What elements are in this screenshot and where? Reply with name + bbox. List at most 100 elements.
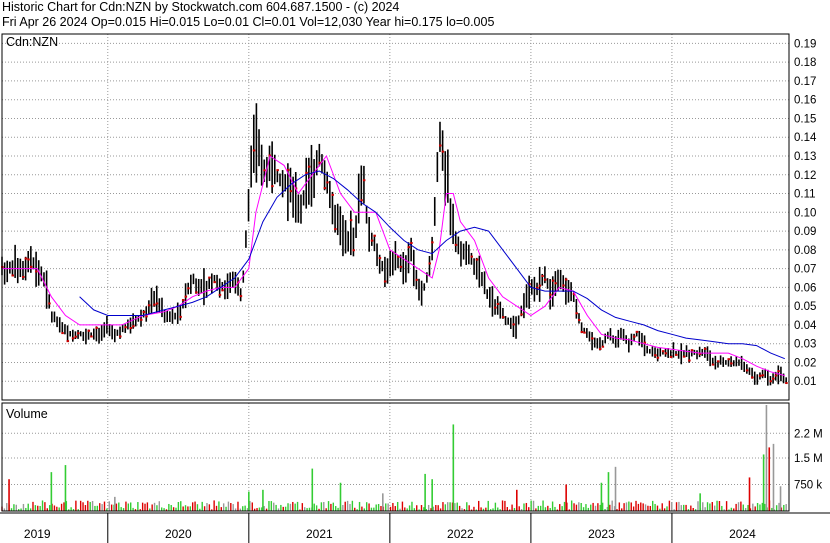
close-mark bbox=[155, 302, 159, 305]
close-mark bbox=[690, 349, 694, 352]
close-mark bbox=[777, 370, 780, 373]
close-mark bbox=[761, 374, 765, 377]
close-mark bbox=[601, 345, 605, 348]
close-mark bbox=[635, 330, 639, 333]
close-mark bbox=[591, 337, 594, 340]
close-mark bbox=[142, 310, 146, 313]
price-tick-label: 0.02 bbox=[794, 357, 816, 369]
price-tick-label: 0.01 bbox=[794, 376, 816, 388]
close-mark bbox=[711, 363, 715, 366]
price-tick-label: 0.12 bbox=[794, 170, 816, 182]
close-mark bbox=[564, 278, 568, 281]
close-mark bbox=[147, 304, 151, 307]
close-mark bbox=[745, 369, 749, 372]
year-label: 2019 bbox=[24, 527, 51, 541]
price-tick-label: 0.05 bbox=[794, 301, 816, 313]
close-mark bbox=[276, 169, 279, 172]
close-mark bbox=[87, 329, 91, 332]
close-mark bbox=[29, 265, 33, 268]
close-mark bbox=[24, 257, 28, 260]
close-mark bbox=[352, 249, 355, 252]
close-mark bbox=[730, 362, 733, 365]
close-mark bbox=[383, 280, 387, 283]
year-label: 2023 bbox=[588, 527, 615, 541]
price-tick-label: 0.07 bbox=[794, 264, 816, 276]
close-mark bbox=[716, 360, 720, 363]
price-tick-label: 0.06 bbox=[794, 282, 816, 294]
close-mark bbox=[326, 181, 329, 184]
close-mark bbox=[307, 165, 311, 168]
close-mark bbox=[543, 278, 547, 281]
close-mark bbox=[195, 291, 198, 294]
year-axis: 2019 2020 2021 2022 2023 2024 bbox=[24, 513, 756, 543]
close-mark bbox=[772, 377, 775, 380]
year-label: 2022 bbox=[447, 527, 474, 541]
close-mark bbox=[187, 287, 190, 290]
price-axis-labels: 0.01 0.02 0.03 0.04 0.05 0.06 0.07 0.08 … bbox=[794, 38, 817, 388]
close-mark bbox=[323, 187, 327, 190]
close-mark bbox=[438, 144, 442, 147]
close-mark bbox=[221, 289, 224, 292]
close-mark bbox=[119, 335, 122, 338]
close-mark bbox=[271, 185, 274, 188]
volume-tick-label: 1.5 M bbox=[794, 453, 823, 465]
close-mark bbox=[129, 327, 133, 330]
close-mark bbox=[305, 171, 308, 174]
price-tick-label: 0.17 bbox=[794, 76, 816, 88]
close-mark bbox=[583, 331, 586, 334]
close-mark bbox=[675, 353, 678, 356]
close-mark bbox=[580, 330, 584, 333]
close-mark bbox=[727, 358, 730, 361]
close-mark bbox=[475, 258, 479, 261]
close-mark bbox=[654, 354, 657, 357]
close-mark bbox=[90, 335, 93, 338]
price-tick-label: 0.18 bbox=[794, 57, 816, 69]
close-mark bbox=[774, 374, 778, 377]
volume-label: Volume bbox=[6, 407, 48, 421]
close-mark bbox=[71, 337, 75, 340]
close-mark bbox=[48, 302, 51, 305]
close-mark bbox=[362, 179, 366, 182]
close-mark bbox=[334, 228, 337, 231]
close-mark bbox=[577, 319, 581, 322]
close-mark bbox=[181, 299, 185, 302]
close-mark bbox=[415, 278, 418, 281]
price-tick-label: 0.14 bbox=[794, 132, 817, 144]
close-mark bbox=[252, 149, 256, 152]
price-grid bbox=[2, 34, 789, 400]
price-tick-label: 0.16 bbox=[794, 95, 816, 107]
close-mark bbox=[373, 234, 376, 237]
price-tick-label: 0.19 bbox=[794, 38, 816, 50]
close-mark bbox=[470, 255, 473, 258]
close-mark bbox=[399, 265, 403, 268]
close-mark bbox=[21, 275, 25, 278]
price-panel-frame bbox=[1, 33, 790, 401]
volume-tick-label: 2.2 M bbox=[794, 428, 823, 440]
panel-frames bbox=[0, 33, 830, 514]
close-mark bbox=[132, 325, 135, 328]
close-mark bbox=[331, 193, 334, 196]
close-mark bbox=[407, 246, 411, 249]
close-mark bbox=[208, 276, 211, 279]
close-mark bbox=[785, 382, 788, 385]
price-tick-label: 0.15 bbox=[794, 113, 816, 125]
close-mark bbox=[218, 293, 222, 296]
close-mark bbox=[688, 359, 691, 362]
close-mark bbox=[378, 257, 382, 260]
close-mark bbox=[360, 199, 363, 202]
price-tick-label: 0.11 bbox=[794, 189, 816, 201]
close-mark bbox=[213, 281, 216, 284]
close-marks bbox=[1, 144, 788, 385]
year-label: 2021 bbox=[306, 527, 333, 541]
close-mark bbox=[27, 258, 30, 261]
close-mark bbox=[441, 150, 445, 153]
close-mark bbox=[562, 284, 565, 287]
close-mark bbox=[454, 243, 458, 246]
close-mark bbox=[551, 279, 555, 282]
close-mark bbox=[520, 313, 523, 316]
price-tick-label: 0.08 bbox=[794, 245, 816, 257]
price-tick-label: 0.09 bbox=[794, 226, 816, 238]
close-mark bbox=[349, 219, 353, 222]
close-mark bbox=[598, 347, 602, 350]
close-mark bbox=[656, 356, 660, 359]
